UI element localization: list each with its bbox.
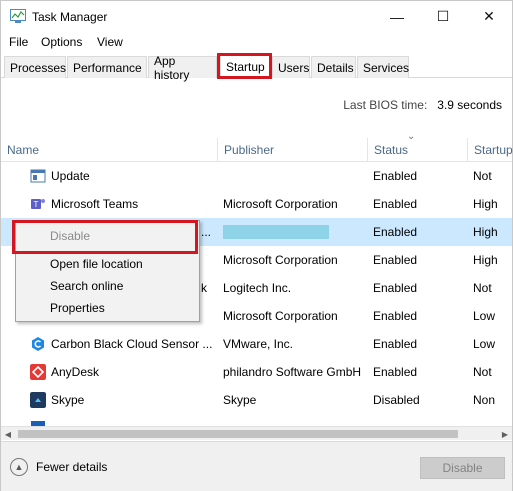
menu-view[interactable]: View xyxy=(97,35,123,49)
minimize-icon: — xyxy=(390,8,404,25)
table-row[interactable]: Skype Skype Disabled Non xyxy=(1,386,512,414)
row-impact: High xyxy=(473,197,498,211)
close-button[interactable]: ✕ xyxy=(466,1,512,32)
bios-time-label: Last BIOS time: xyxy=(343,98,428,112)
row-publisher: Microsoft Corporation xyxy=(223,253,338,267)
row-name: Carbon Black Cloud Sensor ... xyxy=(51,337,213,351)
maximize-button[interactable]: ☐ xyxy=(420,1,466,32)
scroll-left-icon[interactable]: ◀ xyxy=(1,427,15,441)
table-row[interactable]: Carbon Black Cloud Sensor ... VMware, In… xyxy=(1,330,512,358)
row-impact: Non xyxy=(473,393,496,407)
carbon-black-icon xyxy=(32,337,44,351)
scroll-right-icon[interactable]: ▶ xyxy=(498,427,512,441)
scrollbar-thumb[interactable] xyxy=(18,430,458,438)
row-status: Disabled xyxy=(373,393,420,407)
context-open-file-location[interactable]: Open file location xyxy=(16,253,199,275)
row-impact: High xyxy=(473,225,498,239)
row-publisher: Logitech Inc. xyxy=(223,281,292,295)
disable-button[interactable]: Disable xyxy=(420,457,505,479)
window-title: Task Manager xyxy=(32,10,108,24)
row-status: Enabled xyxy=(373,225,418,239)
column-header-startup-impact[interactable]: Startup xyxy=(468,138,513,162)
row-impact: Low xyxy=(473,309,496,323)
row-publisher: Skype xyxy=(223,393,257,407)
tab-services[interactable]: Services xyxy=(357,56,409,78)
horizontal-scrollbar[interactable]: ◀ ▶ xyxy=(1,426,512,440)
context-disable[interactable]: Disable xyxy=(16,225,199,247)
anydesk-icon xyxy=(30,364,46,380)
tab-app-history[interactable]: App history xyxy=(148,54,217,82)
row-status: Enabled xyxy=(373,253,418,267)
tab-processes[interactable]: Processes xyxy=(4,56,66,78)
teams-icon: T xyxy=(31,199,45,209)
fewer-details-label: Fewer details xyxy=(36,460,108,474)
bios-time: Last BIOS time: 3.9 seconds xyxy=(343,98,502,112)
svg-text:T: T xyxy=(34,200,39,209)
publisher-redaction xyxy=(223,225,329,239)
row-impact: Not xyxy=(473,281,492,295)
row-publisher xyxy=(223,162,367,190)
tab-performance[interactable]: Performance xyxy=(67,56,147,78)
row-publisher: Microsoft Corporation xyxy=(223,309,338,323)
table-row[interactable] xyxy=(1,414,512,426)
row-impact: Low xyxy=(473,337,496,351)
close-icon: ✕ xyxy=(483,8,495,24)
column-header-name[interactable]: Name xyxy=(1,138,218,162)
row-name: AnyDesk xyxy=(51,365,100,379)
context-search-online[interactable]: Search online xyxy=(16,275,199,297)
task-manager-window: Task Manager — ☐ ✕ File Options View Pro… xyxy=(0,0,513,491)
context-menu: Disable Open file location Search online… xyxy=(15,220,200,322)
chevron-up-icon: ▲ xyxy=(10,458,28,476)
row-status: Enabled xyxy=(373,197,418,211)
fewer-details-toggle[interactable]: ▲ Fewer details xyxy=(10,458,107,476)
row-status: Enabled xyxy=(373,281,418,295)
table-row[interactable]: T Microsoft Teams Microsoft Corporation … xyxy=(1,190,512,218)
title-bar: Task Manager — ☐ ✕ xyxy=(1,1,512,32)
column-header-row: Name Publisher Status Startup xyxy=(1,138,513,162)
skype-icon xyxy=(30,392,46,408)
tab-startup[interactable]: Startup xyxy=(220,54,270,79)
row-publisher: philandro Software GmbH xyxy=(223,365,362,379)
row-impact: Not xyxy=(473,365,492,379)
minimize-button[interactable]: — xyxy=(374,1,420,32)
row-name: Update xyxy=(51,169,90,183)
row-publisher: VMware, Inc. xyxy=(223,337,294,351)
menu-file[interactable]: File xyxy=(9,35,28,49)
row-status: Enabled xyxy=(373,309,418,323)
context-properties[interactable]: Properties xyxy=(16,297,199,319)
row-impact: High xyxy=(473,253,498,267)
row-status: Enabled xyxy=(373,365,418,379)
table-row[interactable]: AnyDesk philandro Software GmbH Enabled … xyxy=(1,358,512,386)
bios-time-value: 3.9 seconds xyxy=(437,98,502,112)
column-header-status[interactable]: Status xyxy=(368,138,468,162)
table-row[interactable]: Update Enabled Not xyxy=(1,162,512,190)
tab-bar: Processes Performance App history Startu… xyxy=(1,54,512,82)
menu-options[interactable]: Options xyxy=(41,35,82,49)
row-impact: Not xyxy=(473,169,492,183)
maximize-icon: ☐ xyxy=(436,8,450,24)
row-status: Enabled xyxy=(373,337,418,351)
row-name: Microsoft Teams xyxy=(51,197,139,211)
row-name-ellipsis: ... xyxy=(201,225,212,239)
window-icon xyxy=(30,169,46,183)
row-publisher: Microsoft Corporation xyxy=(223,197,338,211)
footer-bar: ▲ Fewer details Disable xyxy=(1,441,512,491)
row-status: Enabled xyxy=(373,169,418,183)
tab-users[interactable]: Users xyxy=(272,56,310,78)
row-name: Skype xyxy=(51,393,85,407)
column-header-publisher[interactable]: Publisher xyxy=(218,138,368,162)
row-name-fragment: k xyxy=(201,281,207,295)
tab-details[interactable]: Details xyxy=(311,56,356,78)
task-manager-icon xyxy=(10,9,26,23)
menu-bar: File Options View xyxy=(1,32,512,52)
